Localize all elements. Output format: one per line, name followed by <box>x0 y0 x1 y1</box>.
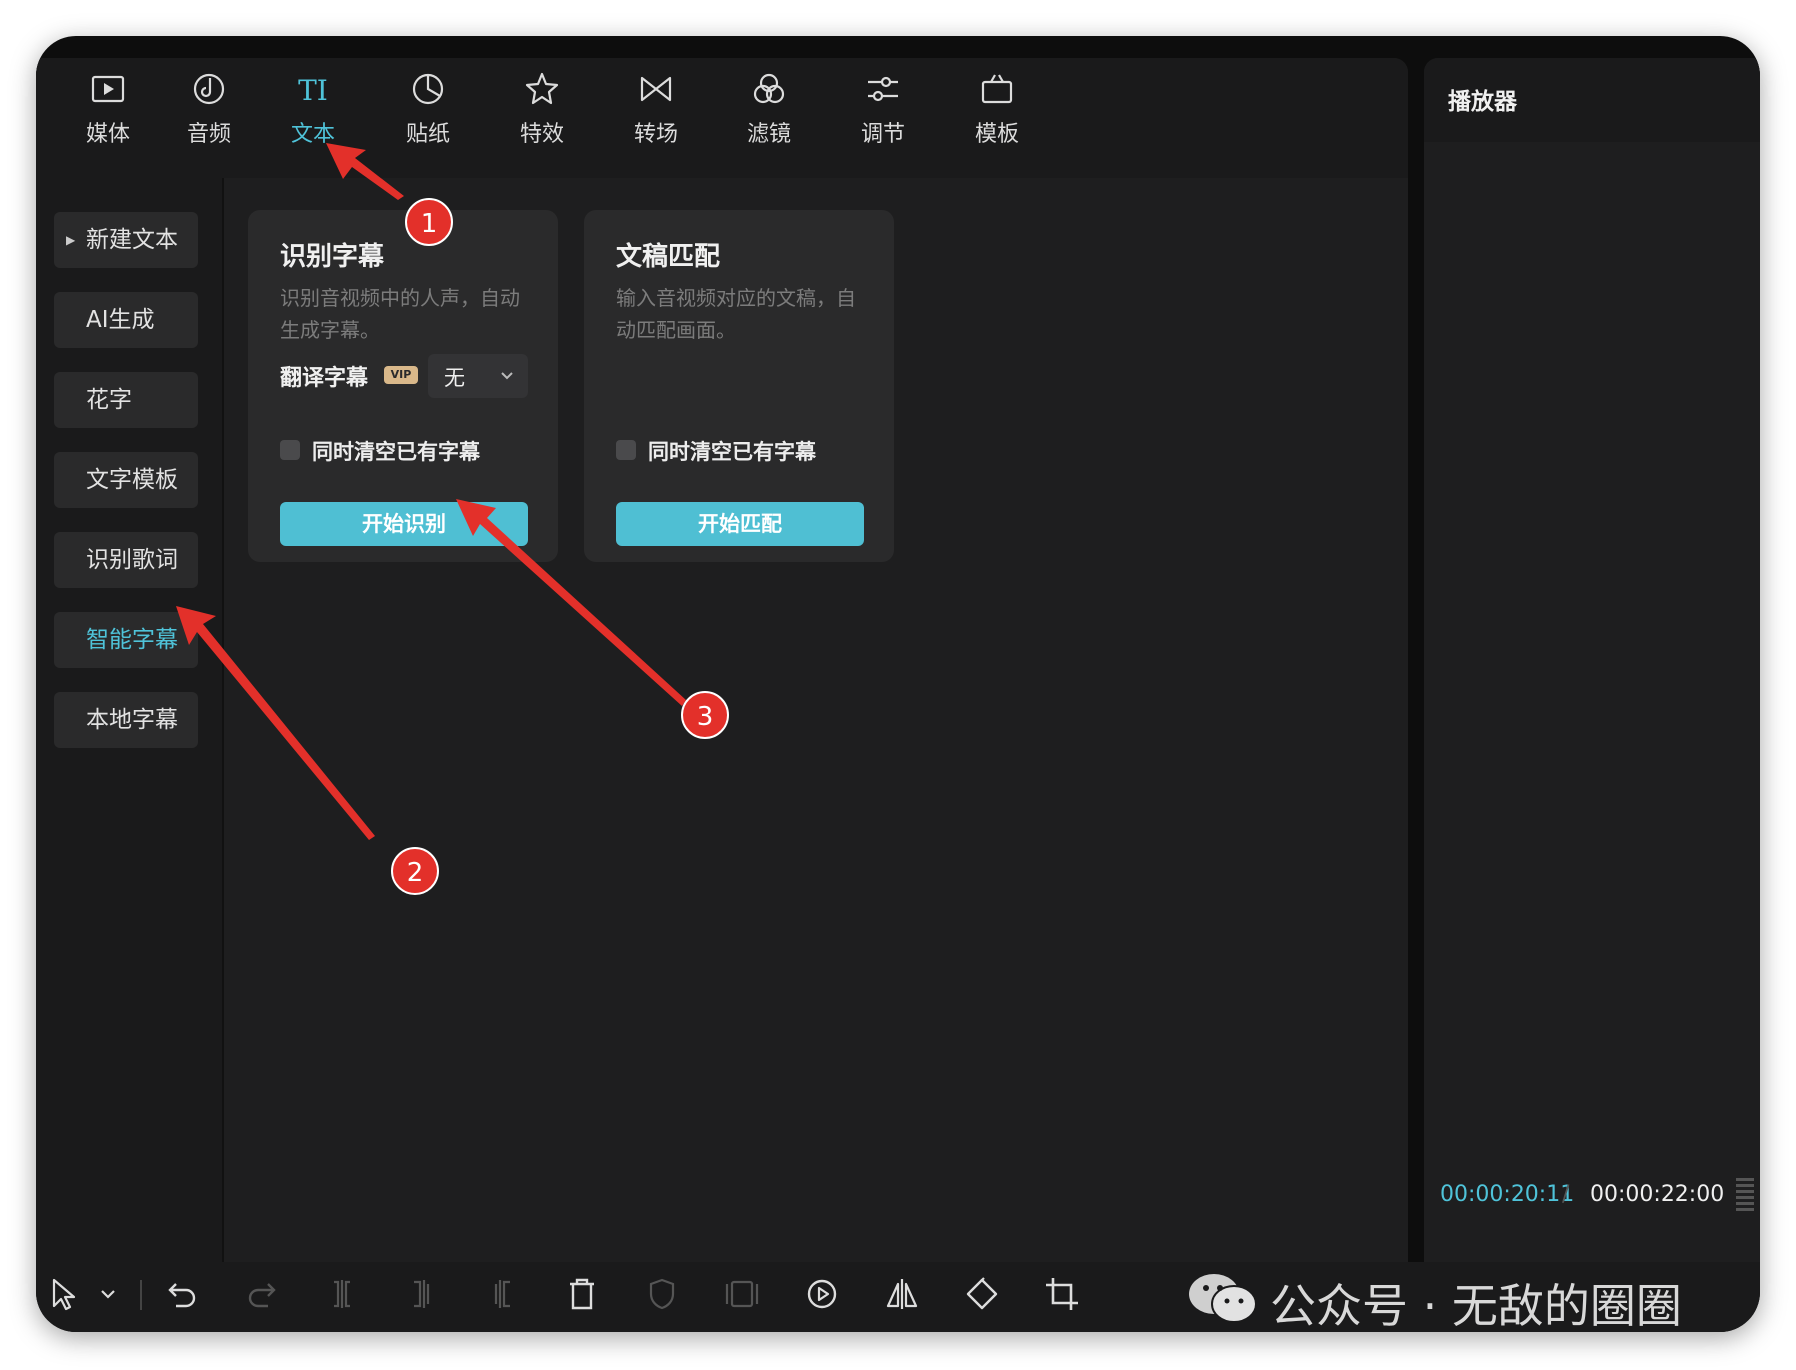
crop-icon[interactable] <box>1042 1274 1082 1314</box>
chevron-down-icon <box>501 372 513 380</box>
tab-sticker[interactable]: 贴纸 <box>378 66 478 166</box>
text-panel: 媒体 音频 TI 文本 贴纸 特效 转场 滤镜 调节 模板 ▶ 新建文本 AI生… <box>36 58 1408 1290</box>
tab-transition[interactable]: 转场 <box>606 66 706 166</box>
card-title: 识别字幕 <box>280 242 385 272</box>
wechat-icon <box>1189 1274 1257 1323</box>
card-title: 文稿匹配 <box>616 242 721 272</box>
clear-existing-checkbox[interactable] <box>280 440 300 460</box>
start-recognize-button[interactable]: 开始识别 <box>280 502 528 546</box>
tab-adjust[interactable]: 调节 <box>833 66 933 166</box>
split-right-icon[interactable] <box>482 1274 522 1314</box>
redo-icon[interactable] <box>242 1274 282 1314</box>
delete-icon[interactable] <box>562 1274 602 1314</box>
tab-media[interactable]: 媒体 <box>58 66 158 166</box>
annotation-badge-3: 3 <box>681 691 729 739</box>
watermark-text: 公众号 · 无敌的圈圈 <box>1270 1279 1682 1332</box>
sidebar-item-smart-subtitles[interactable]: 智能字幕 <box>54 612 198 668</box>
shield-icon[interactable] <box>642 1274 682 1314</box>
adjust-icon <box>833 70 933 114</box>
text-icon: TI <box>263 70 363 114</box>
total-time: 00:00:22:00 <box>1590 1182 1725 1207</box>
text-sidebar: ▶ 新建文本 AI生成 花字 文字模板 识别歌词 智能字幕 本地字幕 <box>36 178 224 1290</box>
player-panel: 播放器 00:00:20:11 / 00:00:22:00 <box>1424 58 1760 1290</box>
sidebar-item-fancy-text[interactable]: 花字 <box>54 372 198 428</box>
play-circle-icon[interactable] <box>802 1274 842 1314</box>
tab-effects[interactable]: 特效 <box>492 66 592 166</box>
freeze-icon[interactable] <box>722 1274 762 1314</box>
translate-select[interactable]: 无 <box>428 354 528 398</box>
sticker-icon <box>378 70 478 114</box>
transition-icon <box>606 70 706 114</box>
effects-icon <box>492 70 592 114</box>
audio-icon <box>159 70 259 114</box>
toolbar-divider <box>140 1280 142 1310</box>
tab-filter[interactable]: 滤镜 <box>719 66 819 166</box>
vip-badge: VIP <box>384 366 418 384</box>
translate-label: 翻译字幕 <box>280 366 369 391</box>
category-tabs: 媒体 音频 TI 文本 贴纸 特效 转场 滤镜 调节 模板 <box>36 58 1408 178</box>
script-match-card: 文稿匹配 输入音视频对应的文稿，自动匹配画面。 同时清空已有字幕 开始匹配 <box>584 210 894 562</box>
card-description: 识别音视频中的人声，自动生成字幕。 <box>280 286 520 342</box>
clear-existing-checkbox[interactable] <box>616 440 636 460</box>
tab-audio[interactable]: 音频 <box>159 66 259 166</box>
filter-icon <box>719 70 819 114</box>
undo-icon[interactable] <box>162 1274 202 1314</box>
start-match-button[interactable]: 开始匹配 <box>616 502 864 546</box>
tab-text[interactable]: TI 文本 <box>263 66 363 166</box>
tab-template[interactable]: 模板 <box>947 66 1047 166</box>
caret-right-icon: ▶ <box>66 233 76 247</box>
select-arrow-icon[interactable] <box>44 1274 84 1314</box>
player-header: 播放器 <box>1424 58 1760 142</box>
time-separator: / <box>1562 1182 1570 1207</box>
media-icon <box>58 70 158 114</box>
mirror-icon[interactable] <box>882 1274 922 1314</box>
rotate-icon[interactable] <box>962 1274 1002 1314</box>
template-icon <box>947 70 1047 114</box>
chevron-down-icon[interactable] <box>88 1274 128 1314</box>
sidebar-item-lyrics[interactable]: 识别歌词 <box>54 532 198 588</box>
player-title: 播放器 <box>1448 89 1517 115</box>
annotation-badge-1: 1 <box>405 198 453 246</box>
recognize-subtitles-card: 识别字幕 识别音视频中的人声，自动生成字幕。 翻译字幕 VIP 无 同时清空已有… <box>248 210 558 562</box>
current-time: 00:00:20:11 <box>1440 1182 1575 1207</box>
card-description: 输入音视频对应的文稿，自动匹配画面。 <box>616 286 856 342</box>
app-window: 媒体 音频 TI 文本 贴纸 特效 转场 滤镜 调节 模板 ▶ 新建文本 AI生… <box>36 36 1760 1332</box>
sidebar-item-ai-generate[interactable]: AI生成 <box>54 292 198 348</box>
volume-meter-icon <box>1736 1178 1754 1212</box>
split-icon[interactable] <box>322 1274 362 1314</box>
annotation-badge-2: 2 <box>391 847 439 895</box>
sidebar-item-text-template[interactable]: 文字模板 <box>54 452 198 508</box>
sidebar-item-new-text[interactable]: ▶ 新建文本 <box>54 212 198 268</box>
sidebar-item-local-subtitles[interactable]: 本地字幕 <box>54 692 198 748</box>
split-left-icon[interactable] <box>402 1274 442 1314</box>
bottom-toolbar: 公众号 · 无敌的圈圈 <box>36 1262 1760 1332</box>
svg-text:TI: TI <box>298 74 328 107</box>
